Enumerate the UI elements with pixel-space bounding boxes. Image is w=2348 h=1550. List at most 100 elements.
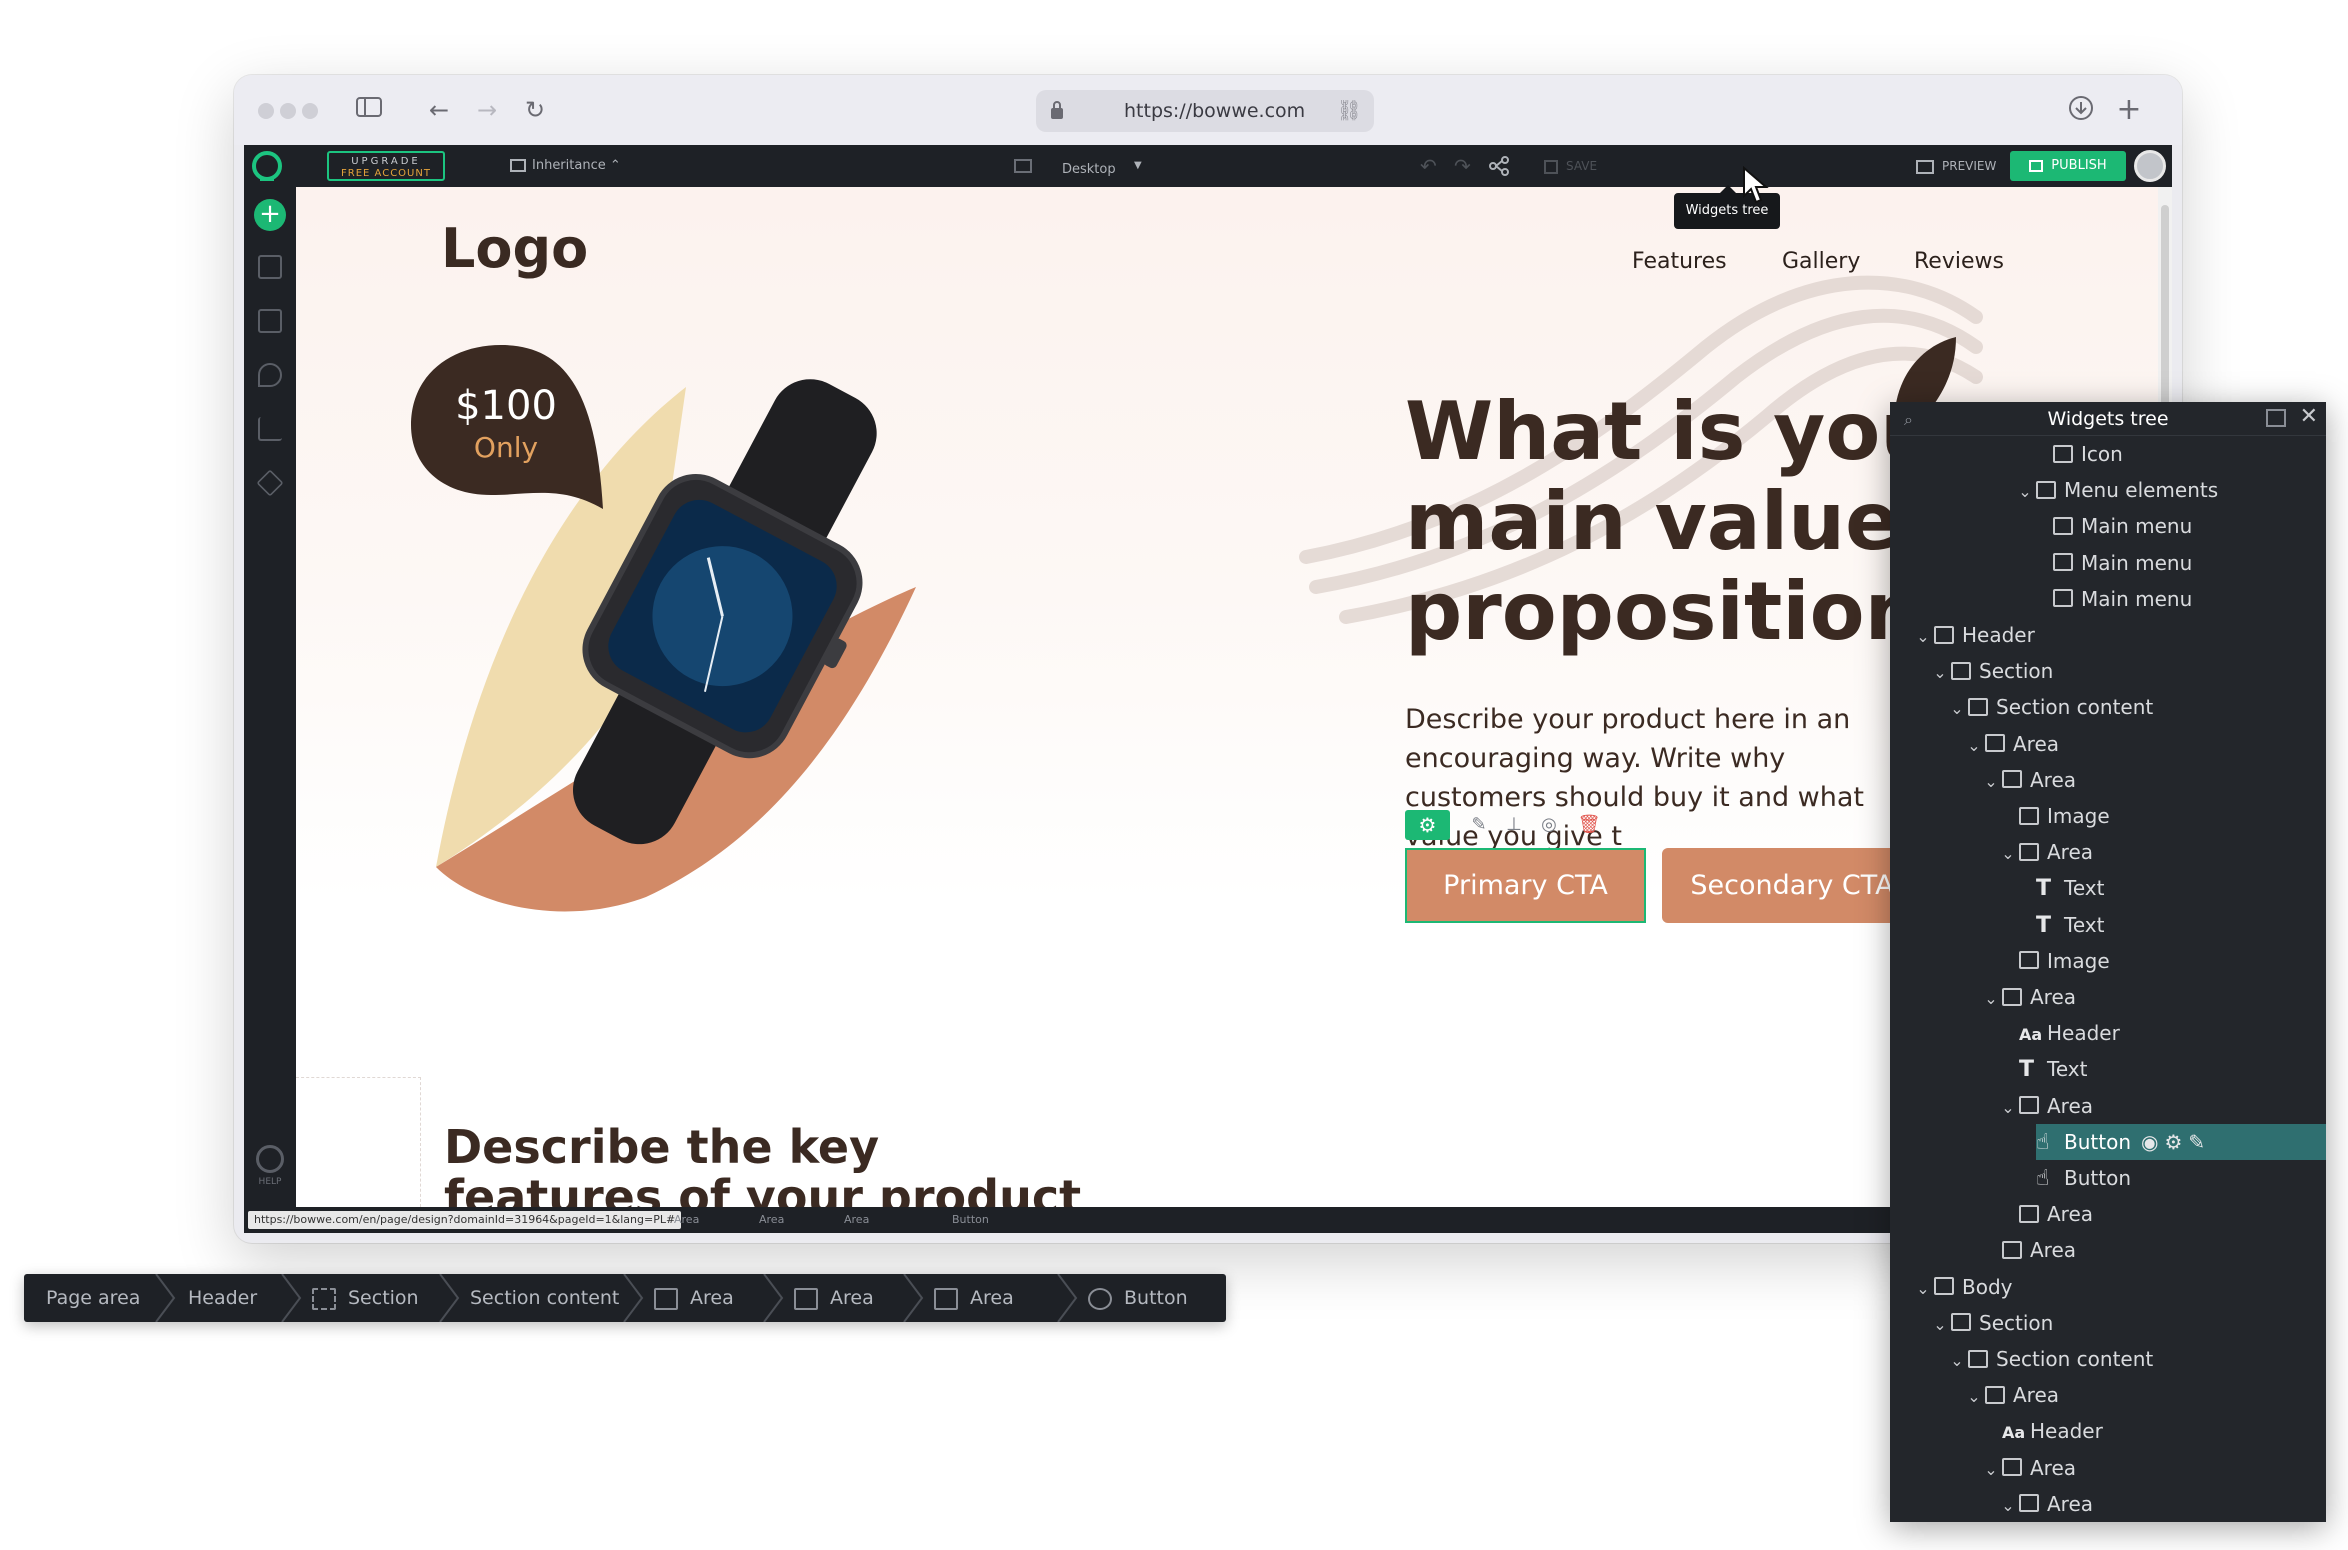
- pages-icon[interactable]: [258, 255, 282, 279]
- brush-icon[interactable]: [258, 363, 282, 387]
- tree-row[interactable]: Main menu: [2053, 581, 2326, 617]
- inheritance-dropdown[interactable]: Inheritance ⌃: [510, 145, 621, 187]
- nav-link-gallery[interactable]: Gallery: [1782, 249, 1860, 274]
- bowwe-logo-icon[interactable]: [252, 151, 282, 181]
- tree-row[interactable]: Icon: [2053, 436, 2326, 472]
- secondary-cta-button[interactable]: Secondary CTA: [1662, 848, 1922, 923]
- gear-icon[interactable]: ⚙: [2164, 1130, 2182, 1154]
- tree-row[interactable]: Aa Header: [2019, 1015, 2326, 1051]
- help-icon[interactable]: [256, 1145, 284, 1173]
- chevron-down-icon[interactable]: ⌄: [1963, 1379, 1985, 1415]
- tree-row[interactable]: T Text: [2036, 907, 2326, 943]
- close-window-dot[interactable]: [258, 103, 274, 119]
- upgrade-button[interactable]: UPGRADE FREE ACCOUNT: [327, 151, 445, 181]
- link-icon[interactable]: ⛓: [1337, 98, 1362, 122]
- chevron-down-icon[interactable]: ⌄: [1997, 1090, 2019, 1126]
- new-tab-icon[interactable]: +: [2114, 95, 2144, 125]
- minimize-window-dot[interactable]: [280, 103, 296, 119]
- chevron-down-icon[interactable]: ⌄: [1946, 691, 1968, 727]
- tree-row[interactable]: ⌄ Area: [1980, 762, 2326, 798]
- save-button[interactable]: SAVE: [1544, 145, 1597, 187]
- trash-icon[interactable]: 🗑: [1575, 810, 1603, 840]
- hide-eye-icon[interactable]: ◎: [1535, 810, 1563, 840]
- chevron-down-icon[interactable]: ▼: [1134, 145, 1142, 187]
- chevron-down-icon[interactable]: ⌄: [1963, 728, 1985, 764]
- preview-button[interactable]: PREVIEW: [1916, 145, 1996, 187]
- status-crumb-area-1[interactable]: Area: [674, 1207, 699, 1233]
- primary-cta-button[interactable]: Primary CTA: [1405, 848, 1646, 923]
- area-icon: [2002, 1240, 2022, 1259]
- tree-row[interactable]: ⌄ Area: [1980, 979, 2326, 1015]
- nav-link-reviews[interactable]: Reviews: [1914, 249, 2004, 274]
- settings-gear-icon[interactable]: ⚙: [1405, 810, 1450, 840]
- tree-row[interactable]: Main menu: [2053, 545, 2326, 581]
- undo-icon[interactable]: ↶: [1420, 145, 1437, 187]
- close-icon[interactable]: ✕: [2300, 404, 2318, 429]
- tree-row[interactable]: ☝ Button: [2036, 1160, 2326, 1196]
- site-logo[interactable]: Logo: [441, 217, 588, 280]
- status-crumb-area-3[interactable]: Area: [844, 1207, 869, 1233]
- tree-row[interactable]: Area: [2002, 1232, 2326, 1268]
- nav-link-features[interactable]: Features: [1632, 249, 1727, 274]
- back-arrow-icon[interactable]: ←: [424, 95, 454, 125]
- tree-row[interactable]: ⌄ Area: [1997, 1486, 2326, 1522]
- status-crumb-area-2[interactable]: Area: [759, 1207, 784, 1233]
- publish-button[interactable]: PUBLISH: [2010, 151, 2126, 181]
- tree-row[interactable]: ⌄ Section content: [1946, 1341, 2326, 1377]
- tree-row[interactable]: ⌄ Area: [1963, 1377, 2326, 1413]
- pin-icon[interactable]: ⊥: [1500, 810, 1528, 840]
- tree-row-label: Menu elements: [2064, 478, 2219, 503]
- chevron-down-icon[interactable]: ⌄: [1946, 1343, 1968, 1379]
- tree-row[interactable]: Image: [2019, 798, 2326, 834]
- tree-row[interactable]: ⌄ Body: [1912, 1269, 2326, 1305]
- user-avatar[interactable]: [2134, 150, 2166, 182]
- chevron-down-icon[interactable]: ⌄: [1997, 1488, 2019, 1522]
- chevron-down-icon[interactable]: ⌄: [1980, 1452, 2002, 1488]
- tree-row[interactable]: ☝ Button ◉ ⚙ ✎: [2036, 1123, 2326, 1160]
- brush-icon[interactable]: ✎: [1465, 810, 1493, 840]
- edit-icon[interactable]: [258, 309, 282, 333]
- tree-row[interactable]: ⌄ Area: [1980, 1450, 2326, 1486]
- chevron-down-icon[interactable]: ⌄: [1912, 1271, 1934, 1307]
- device-dropdown[interactable]: Desktop: [1062, 149, 1116, 191]
- tree-row[interactable]: ⌄ Header: [1912, 617, 2326, 653]
- tree-row[interactable]: T Text: [2036, 870, 2326, 906]
- tree-row[interactable]: ⌄ Area: [1997, 1088, 2326, 1124]
- tree-row[interactable]: Area: [2019, 1196, 2326, 1232]
- pencil-icon[interactable]: ✎: [2188, 1130, 2205, 1154]
- widgets-tree-icon[interactable]: [1488, 145, 1510, 187]
- chevron-down-icon[interactable]: ⌄: [1929, 1307, 1951, 1343]
- chevron-down-icon[interactable]: ⌄: [2014, 474, 2036, 510]
- address-bar[interactable]: https://bowwe.com ⛓: [1036, 90, 1374, 132]
- tree-row[interactable]: T Text: [2019, 1051, 2326, 1087]
- chevron-down-icon[interactable]: ⌄: [1912, 619, 1934, 655]
- tree-row[interactable]: Image: [2019, 943, 2326, 979]
- tree-row[interactable]: ⌄ Area: [1963, 726, 2326, 762]
- forward-arrow-icon[interactable]: →: [472, 95, 502, 125]
- zoom-window-dot[interactable]: [302, 103, 318, 119]
- minimize-icon[interactable]: [2266, 409, 2286, 427]
- tree-row[interactable]: Aa Header: [2002, 1413, 2326, 1449]
- sidebar-toggle-icon[interactable]: [354, 95, 384, 125]
- tree-row[interactable]: ⌄ Section: [1929, 1305, 2326, 1341]
- status-crumb-button[interactable]: Button: [952, 1207, 989, 1233]
- add-widget-button[interactable]: +: [254, 199, 286, 231]
- tree-row[interactable]: ⌄ Section content: [1946, 689, 2326, 725]
- features-heading[interactable]: Describe the key features of your produc…: [444, 1122, 1084, 1207]
- reload-icon[interactable]: ↻: [520, 95, 550, 125]
- tree-row-label: Header: [2047, 1021, 2120, 1046]
- analytics-icon[interactable]: [258, 417, 282, 441]
- tree-row[interactable]: ⌄ Area: [1997, 834, 2326, 870]
- chevron-down-icon[interactable]: ⌄: [1980, 981, 2002, 1017]
- layers-icon[interactable]: [256, 469, 284, 497]
- tree-row[interactable]: ⌄ Section: [1929, 653, 2326, 689]
- eye-icon[interactable]: ◉: [2141, 1130, 2158, 1154]
- chevron-down-icon[interactable]: ⌄: [1929, 655, 1951, 691]
- redo-icon[interactable]: ↷: [1454, 145, 1471, 187]
- tree-row[interactable]: Main menu: [2053, 508, 2326, 544]
- tree-row[interactable]: ⌄ Menu elements: [2014, 472, 2326, 508]
- chevron-down-icon[interactable]: ⌄: [1997, 836, 2019, 872]
- chevron-down-icon[interactable]: ⌄: [1980, 764, 2002, 800]
- monitor-icon[interactable]: [1014, 145, 1032, 187]
- download-icon[interactable]: [2066, 95, 2096, 125]
